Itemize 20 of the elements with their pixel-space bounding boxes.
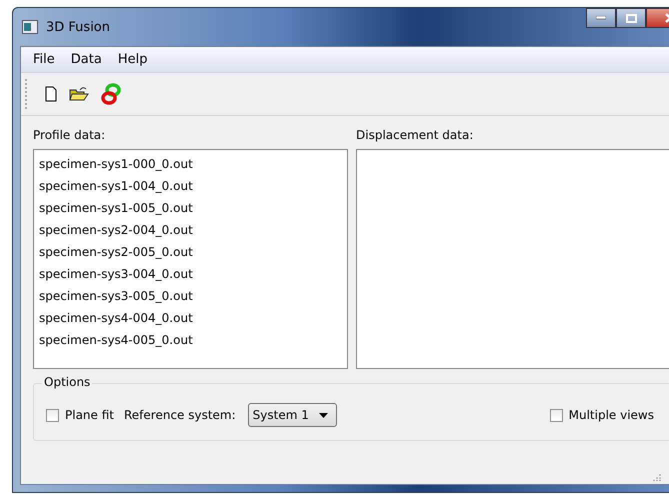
- list-item[interactable]: specimen-sys4-005_0.out: [39, 329, 342, 351]
- list-item[interactable]: specimen-sys2-005_0.out: [39, 241, 342, 263]
- list-item[interactable]: specimen-sys3-004_0.out: [39, 263, 342, 285]
- displacement-data-label: Displacement data:: [356, 128, 474, 142]
- checkbox-label: Multiple views: [568, 408, 654, 422]
- list-item[interactable]: specimen-sys2-004_0.out: [39, 219, 342, 241]
- reference-system-dropdown[interactable]: System 1: [248, 403, 337, 427]
- window-title: 3D Fusion: [46, 20, 110, 34]
- menu-item[interactable]: Help: [110, 52, 156, 67]
- menu-item[interactable]: File: [25, 52, 63, 67]
- menu-item[interactable]: Data: [62, 52, 110, 67]
- list-item[interactable]: specimen-sys3-005_0.out: [39, 285, 342, 307]
- checkbox-label: Plane fit: [65, 408, 114, 422]
- profile-data-label: Profile data:: [33, 128, 106, 142]
- reference-system-label: Reference system:: [124, 408, 236, 422]
- list-item[interactable]: specimen-sys1-004_0.out: [39, 175, 342, 197]
- list-item[interactable]: specimen-sys1-000_0.out: [39, 153, 342, 175]
- list-item[interactable]: specimen-sys4-004_0.out: [39, 307, 342, 329]
- group-title: Options: [42, 375, 92, 389]
- list-item[interactable]: specimen-sys1-005_0.out: [39, 197, 342, 219]
